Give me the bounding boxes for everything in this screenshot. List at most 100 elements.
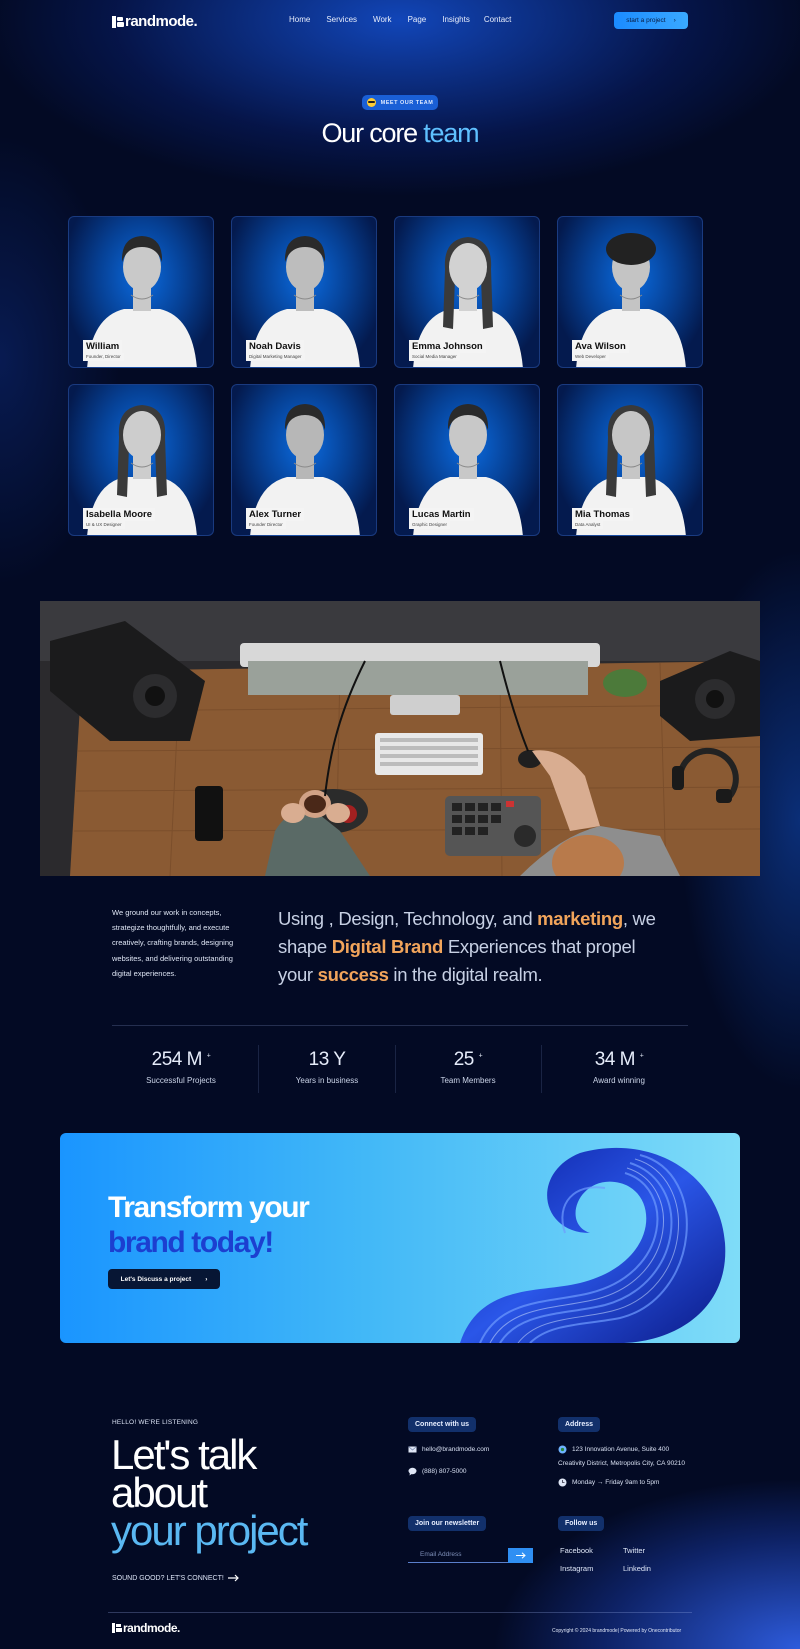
arrow-right-icon xyxy=(227,1574,239,1582)
banner-title-line2: brand today! xyxy=(108,1226,274,1259)
brand-logo-mark-icon xyxy=(112,1623,122,1633)
team-member-name: Ava Wilson xyxy=(572,340,629,353)
main-nav: Home Services Work Page Insights Contact xyxy=(289,15,511,24)
discuss-project-label: Let's Discuss a project xyxy=(120,1275,192,1283)
connect-link-label: SOUND GOOD? LET'S CONNECT! xyxy=(112,1574,224,1582)
footer-address2-text: Creativity District, Metropolis City, CA… xyxy=(558,1460,686,1467)
mission-description: We ground our work in concepts, strategi… xyxy=(112,908,234,978)
brand-name: randmode. xyxy=(125,13,198,30)
team-member-role: Web Developer xyxy=(572,353,609,361)
mission-highlight-success: success xyxy=(317,964,389,985)
nav-work[interactable]: Work xyxy=(373,15,392,24)
team-member-name: Mia Thomas xyxy=(572,508,633,521)
mission-highlight-marketing: marketing xyxy=(537,908,623,929)
stat-separator xyxy=(541,1045,542,1093)
start-project-button[interactable]: start a project › xyxy=(614,12,688,29)
team-member-role: Founder Director xyxy=(246,521,286,529)
stat-label: Award winning xyxy=(593,1076,645,1085)
team-member-name: Alex Turner xyxy=(246,508,305,521)
team-member-card[interactable]: Isabella Moore UI & UX Designer xyxy=(68,384,214,536)
social-facebook[interactable]: Facebook xyxy=(560,1546,593,1555)
mission-text-1: Using , Design, Technology, and xyxy=(278,908,538,929)
desk-illustration xyxy=(40,601,760,876)
nav-contact[interactable]: Contact xyxy=(484,15,512,24)
banner-title: Transform your brand today! xyxy=(108,1190,310,1260)
footer-hours-text: Monday → Friday 9am to 5pm xyxy=(572,1479,660,1486)
chevron-right-icon: › xyxy=(673,17,676,24)
copyright-text: Copyright © 2024 brandmode| Powered by O… xyxy=(552,1628,682,1634)
banner-title-line1: Transform your xyxy=(108,1191,310,1224)
footer-email[interactable]: hello@brandmode.com xyxy=(408,1445,489,1454)
social-linkedin[interactable]: Linkedin xyxy=(623,1564,651,1573)
stat-value: 13 Y xyxy=(308,1049,346,1070)
stats-divider xyxy=(112,1025,688,1026)
nav-services[interactable]: Services xyxy=(326,15,357,24)
team-member-name: Emma Johnson xyxy=(409,340,486,353)
team-member-role: Graphic Designer xyxy=(409,521,451,529)
connect-title: Connect with us xyxy=(408,1417,477,1432)
footer-hours: Monday → Friday 9am to 5pm xyxy=(558,1478,659,1487)
team-member-card[interactable]: Ava Wilson Web Developer xyxy=(557,216,703,368)
mission-text-4: in the digital realm. xyxy=(388,964,543,985)
team-member-card[interactable]: Lucas Martin Graphic Designer xyxy=(394,384,540,536)
footer-address-line1: 123 Innovation Avenue, Suite 400 xyxy=(558,1445,669,1454)
nav-insights[interactable]: Insights xyxy=(442,15,470,24)
mail-icon xyxy=(408,1446,417,1453)
team-member-card[interactable]: Mia Thomas Data Analyst xyxy=(557,384,703,536)
workspace-photo xyxy=(40,601,760,876)
discuss-project-button[interactable]: Let's Discuss a project › xyxy=(108,1269,220,1289)
brand-logo-mark-icon xyxy=(112,15,124,28)
sunglasses-emoji-icon xyxy=(366,98,376,107)
team-member-role: Digital Marketing Manager xyxy=(246,353,305,361)
stat-awards: 34 M + Award winning xyxy=(546,1049,692,1085)
connect-link[interactable]: SOUND GOOD? LET'S CONNECT! xyxy=(112,1574,240,1582)
newsletter-submit-button[interactable] xyxy=(508,1548,533,1563)
chat-bubble-icon xyxy=(408,1467,417,1476)
team-title-main: Our core xyxy=(321,118,419,148)
social-instagram[interactable]: Instagram xyxy=(560,1564,593,1573)
stat-label: Team Members xyxy=(440,1076,496,1085)
meet-team-badge: MEET OUR TEAM xyxy=(362,95,438,110)
team-member-role: Data Analyst xyxy=(572,521,604,529)
stat-years: 13 Y Years in business xyxy=(254,1049,400,1085)
footer-brand-name: randmode. xyxy=(123,1621,180,1635)
footer-address-line2: Creativity District, Metropolis City, CA… xyxy=(558,1460,685,1467)
team-member-card[interactable]: William Founder, Director xyxy=(68,216,214,368)
footer-phone[interactable]: (888) 807-5000 xyxy=(408,1467,466,1476)
team-member-card[interactable]: Emma Johnson Social Media Manager xyxy=(394,216,540,368)
footer-email-text: hello@brandmode.com xyxy=(422,1446,490,1453)
stat-value: 25 + xyxy=(453,1049,483,1070)
chevron-right-icon: › xyxy=(205,1275,208,1283)
team-member-name: Lucas Martin xyxy=(409,508,474,521)
newsletter-title: Join our newsletter xyxy=(408,1516,487,1531)
team-member-name: Isabella Moore xyxy=(83,508,155,521)
mission-statement: Using , Design, Technology, and marketin… xyxy=(278,905,658,989)
team-member-role: Founder, Director xyxy=(83,353,124,361)
stat-label: Successful Projects xyxy=(146,1076,216,1085)
nav-page[interactable]: Page xyxy=(408,15,427,24)
brand-logo[interactable]: randmode. xyxy=(112,13,198,30)
team-member-role: UI & UX Designer xyxy=(83,521,125,529)
nav-home[interactable]: Home xyxy=(289,15,310,24)
site-header: randmode. Home Services Work Page Insigh… xyxy=(0,0,800,44)
social-twitter[interactable]: Twitter xyxy=(623,1546,645,1555)
cta-banner: Transform your brand today! Let's Discus… xyxy=(60,1133,740,1343)
footer-headline-line3: your project xyxy=(111,1507,308,1554)
stat-projects: 254 M + Successful Projects xyxy=(108,1049,254,1085)
team-member-role: Social Media Manager xyxy=(409,353,460,361)
stat-label: Years in business xyxy=(295,1076,359,1085)
footer-logo[interactable]: randmode. xyxy=(112,1621,180,1635)
meet-team-label: MEET OUR TEAM xyxy=(380,99,434,106)
team-title: Our core team xyxy=(0,118,800,149)
team-title-accent: team xyxy=(423,118,479,148)
footer-phone-text: (888) 807-5000 xyxy=(422,1468,467,1475)
follow-title: Follow us xyxy=(558,1516,605,1531)
stat-team: 25 + Team Members xyxy=(395,1049,541,1085)
team-member-name: Noah Davis xyxy=(246,340,304,353)
footer-address1-text: 123 Innovation Avenue, Suite 400 xyxy=(572,1446,670,1453)
arrow-right-icon xyxy=(515,1552,526,1559)
team-member-name: William xyxy=(83,340,123,353)
team-member-card[interactable]: Noah Davis Digital Marketing Manager xyxy=(231,216,377,368)
footer-headline: Let's talk about your project xyxy=(111,1434,308,1554)
team-member-card[interactable]: Alex Turner Founder Director xyxy=(231,384,377,536)
